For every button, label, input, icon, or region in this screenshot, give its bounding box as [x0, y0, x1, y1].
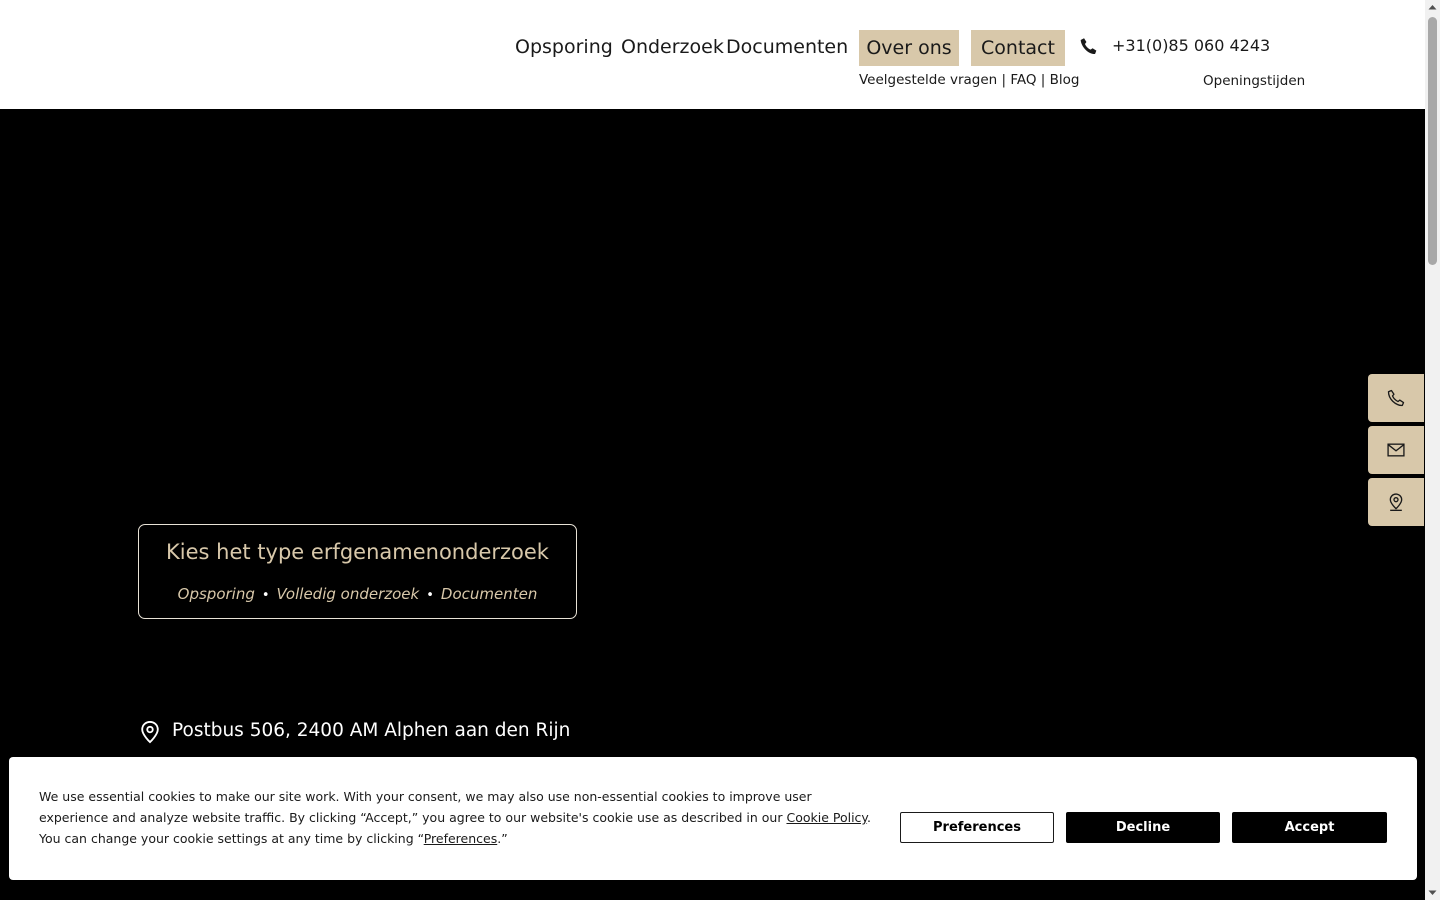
nav-button-contact[interactable]: Contact	[971, 30, 1065, 66]
link-opsporing[interactable]: Opsporing	[178, 585, 255, 603]
cookie-policy-link[interactable]: Cookie Policy	[786, 810, 867, 825]
phone-icon	[1387, 389, 1405, 407]
location-pin-icon	[1389, 493, 1403, 511]
cookie-consent-text: We use essential cookies to make our sit…	[39, 786, 879, 849]
research-type-box: Kies het type erfgenamenonderzoek Opspor…	[138, 524, 577, 619]
nav-link-documenten[interactable]: Documenten	[726, 35, 848, 59]
cookie-text-part: We use essential cookies to make our sit…	[39, 789, 812, 825]
side-mail-button[interactable]	[1368, 426, 1424, 474]
openingstijden-link[interactable]: Openingstijden	[1203, 72, 1305, 90]
phone-icon	[1080, 38, 1097, 54]
scroll-down-arrow-icon[interactable]	[1425, 885, 1440, 900]
scrollbar-thumb[interactable]	[1428, 17, 1437, 265]
cookie-accept-button[interactable]: Accept	[1232, 812, 1387, 843]
link-volledig-onderzoek[interactable]: Volledig onderzoek	[277, 585, 420, 603]
scroll-up-arrow-icon[interactable]	[1425, 0, 1440, 15]
link-documenten[interactable]: Documenten	[441, 585, 537, 603]
header-sublinks: Veelgestelde vragen | FAQ | Blog	[859, 71, 1080, 89]
cookie-preferences-link[interactable]: Preferences	[424, 831, 498, 846]
side-location-button[interactable]	[1368, 478, 1424, 526]
page-scrollbar[interactable]	[1425, 0, 1440, 900]
header-phone-number[interactable]: +31(0)85 060 4243	[1112, 36, 1270, 56]
separator-dot: •	[426, 588, 434, 603]
cookie-text-part: .”	[497, 831, 508, 846]
mail-icon	[1387, 443, 1405, 457]
location-pin-icon	[141, 720, 159, 744]
faq-long-link[interactable]: Veelgestelde vragen	[859, 72, 997, 88]
research-type-links: Opsporing • Volledig onderzoek • Documenten	[139, 584, 576, 606]
cookie-banner: We use essential cookies to make our sit…	[9, 757, 1417, 880]
research-type-title: Kies het type erfgenamenonderzoek	[166, 540, 549, 564]
cookie-preferences-button[interactable]: Preferences	[900, 812, 1054, 843]
address-text: Postbus 506, 2400 AM Alphen aan den Rijn	[172, 720, 571, 741]
faq-link[interactable]: FAQ	[1010, 72, 1036, 88]
side-phone-button[interactable]	[1368, 374, 1424, 422]
separator-dot: •	[261, 588, 270, 603]
separator: |	[1036, 72, 1050, 88]
cookie-decline-button[interactable]: Decline	[1066, 812, 1220, 843]
separator: |	[997, 72, 1011, 88]
nav-button-over-ons[interactable]: Over ons	[859, 30, 959, 66]
site-header: Opsporing Onderzoek Documenten Over ons …	[0, 0, 1425, 109]
nav-link-opsporing[interactable]: Opsporing	[515, 35, 613, 59]
nav-link-onderzoek[interactable]: Onderzoek	[621, 35, 724, 59]
blog-link[interactable]: Blog	[1050, 72, 1080, 88]
